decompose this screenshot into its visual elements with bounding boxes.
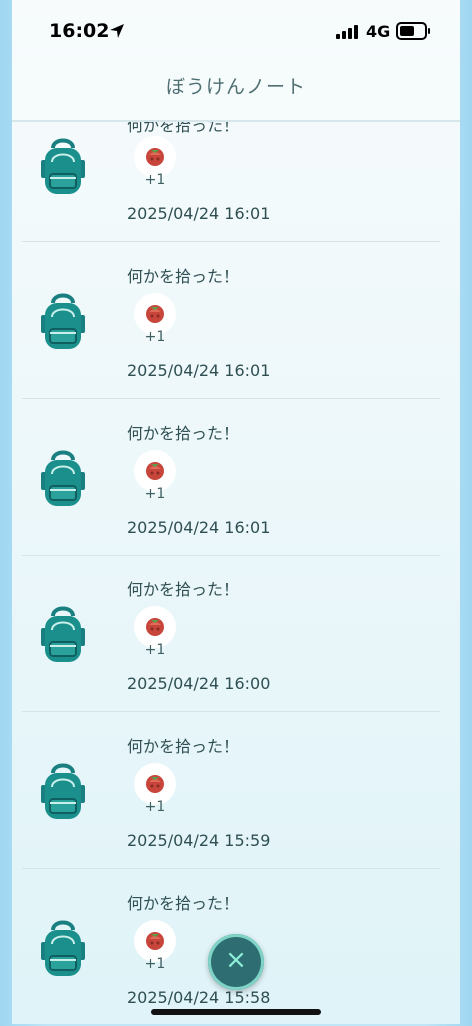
berry-icon: [143, 928, 167, 956]
item-count: +1: [144, 799, 166, 815]
backpack-icon: [38, 450, 88, 512]
backpack-icon: [38, 606, 88, 668]
list-item[interactable]: 何かを拾った！ +1 2025/04/24 16:00: [12, 556, 460, 712]
item-count: +1: [144, 329, 166, 345]
page-title: ぼうけんノート: [165, 76, 306, 98]
entry-date: 2025/04/24 15:59: [127, 831, 271, 850]
status-bar: 16:02 4G: [0, 0, 472, 60]
entry-date: 2025/04/24 16:01: [127, 204, 271, 223]
home-indicator[interactable]: [151, 1009, 321, 1015]
berry-icon: [143, 458, 167, 486]
backpack-icon: [38, 138, 88, 200]
status-time: 16:02: [49, 20, 110, 42]
divider: [22, 711, 440, 712]
journal-header: ぼうけんノート: [12, 60, 460, 122]
item-count: +1: [144, 956, 166, 972]
list-item[interactable]: 何かを拾った！ +1 2025/04/24 16:01: [12, 400, 460, 556]
entry-message: 何かを拾った！: [127, 424, 240, 443]
divider: [22, 868, 440, 869]
item-count: +1: [144, 486, 166, 502]
divider: [22, 241, 440, 242]
berry-icon: [143, 614, 167, 642]
backpack-icon: [38, 920, 88, 982]
divider: [22, 398, 440, 399]
signal-strength-icon: [336, 24, 360, 43]
entry-date: 2025/04/24 16:01: [127, 361, 271, 380]
item-count: +1: [144, 642, 166, 658]
entry-message: 何かを拾った！: [127, 737, 240, 756]
close-icon: ×: [225, 945, 247, 975]
entry-message: 何かを拾った！: [127, 267, 240, 286]
berry-icon: [143, 301, 167, 329]
entry-date: 2025/04/24 16:01: [127, 518, 271, 537]
berry-icon: [143, 144, 167, 172]
network-type: 4G: [366, 22, 391, 41]
list-item[interactable]: 何かを拾った！ +1 2025/04/24 15:59: [12, 713, 460, 869]
berry-icon: [143, 771, 167, 799]
entry-message: 何かを拾った！: [127, 894, 240, 913]
entry-date: 2025/04/24 15:58: [127, 988, 271, 1007]
entry-message: 何かを拾った！: [127, 580, 240, 599]
backpack-icon: [38, 293, 88, 355]
battery-icon: [396, 22, 432, 44]
location-arrow-icon: [108, 22, 126, 44]
entry-date: 2025/04/24 16:00: [127, 674, 271, 693]
list-item[interactable]: 何かを拾った！ +1 2025/04/24 16:01: [12, 243, 460, 399]
backpack-icon: [38, 763, 88, 825]
close-button[interactable]: ×: [208, 934, 264, 990]
item-count: +1: [144, 172, 166, 188]
